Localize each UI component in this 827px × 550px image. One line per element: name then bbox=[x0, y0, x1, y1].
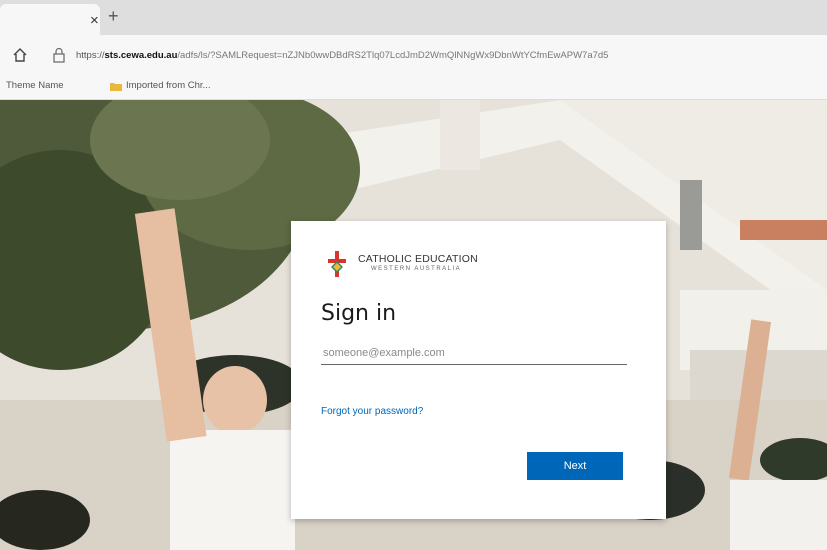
lock-icon bbox=[53, 47, 65, 63]
new-tab-button[interactable]: + bbox=[108, 6, 119, 27]
url-domain: sts.cewa.edu.au bbox=[104, 50, 178, 61]
organization-logo: CATHOLIC EDUCATION WESTERN AUSTRALIA bbox=[326, 251, 526, 281]
url-path: /adfs/ls/?SAMLRequest=nZJNb0wwDBdRS2Tlq0… bbox=[177, 50, 609, 61]
signin-card: CATHOLIC EDUCATION WESTERN AUSTRALIA Sig… bbox=[291, 221, 666, 519]
cross-logo-icon bbox=[328, 251, 346, 277]
tab-close-button[interactable]: × bbox=[90, 12, 99, 29]
tab-strip: × + bbox=[0, 0, 827, 35]
folder-icon bbox=[110, 83, 122, 91]
bookmark-theme-name[interactable]: Theme Name bbox=[6, 80, 64, 91]
home-icon[interactable] bbox=[12, 47, 28, 63]
browser-toolbar: https://sts.cewa.edu.au/adfs/ls/?SAMLReq… bbox=[0, 35, 827, 76]
next-button[interactable]: Next bbox=[527, 452, 623, 480]
page-title: Sign in bbox=[321, 301, 397, 326]
bookmarks-bar: Theme Name Imported from Chr... bbox=[0, 75, 827, 100]
email-field[interactable] bbox=[321, 342, 627, 365]
address-bar[interactable]: https://sts.cewa.edu.au/adfs/ls/?SAMLReq… bbox=[76, 46, 827, 66]
logo-subtitle: WESTERN AUSTRALIA bbox=[371, 266, 462, 272]
forgot-password-link[interactable]: Forgot your password? bbox=[321, 406, 423, 417]
bookmark-imported-folder[interactable]: Imported from Chr... bbox=[126, 80, 210, 91]
logo-title: CATHOLIC EDUCATION bbox=[358, 253, 478, 265]
browser-tab[interactable]: × bbox=[0, 4, 100, 35]
url-protocol: https:// bbox=[76, 50, 105, 61]
